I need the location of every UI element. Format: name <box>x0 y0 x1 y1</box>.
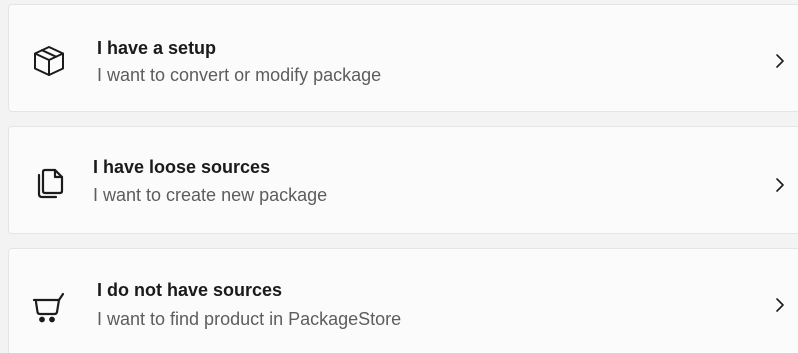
option-subtitle: I want to convert or modify package <box>97 65 382 85</box>
document-copy-icon <box>33 165 69 201</box>
option-title: I have a setup <box>97 38 217 58</box>
option-title: I do not have sources <box>97 280 283 300</box>
option-title: I have loose sources <box>93 157 271 177</box>
start-options-list: I have a setup I want to convert or modi… <box>0 0 798 353</box>
option-card-have-setup[interactable]: I have a setup I want to convert or modi… <box>8 4 798 112</box>
option-card-no-sources[interactable]: I do not have sources I want to find pro… <box>8 248 798 353</box>
option-subtitle: I want to create new package <box>93 185 328 205</box>
option-card-loose-sources[interactable]: I have loose sources I want to create ne… <box>8 126 798 234</box>
chevron-right-icon <box>773 295 787 315</box>
package-box-icon <box>31 43 67 79</box>
option-subtitle: I want to find product in PackageStore <box>97 309 402 329</box>
chevron-right-icon <box>773 51 787 71</box>
shopping-cart-icon <box>31 289 67 325</box>
chevron-right-icon <box>773 175 787 195</box>
